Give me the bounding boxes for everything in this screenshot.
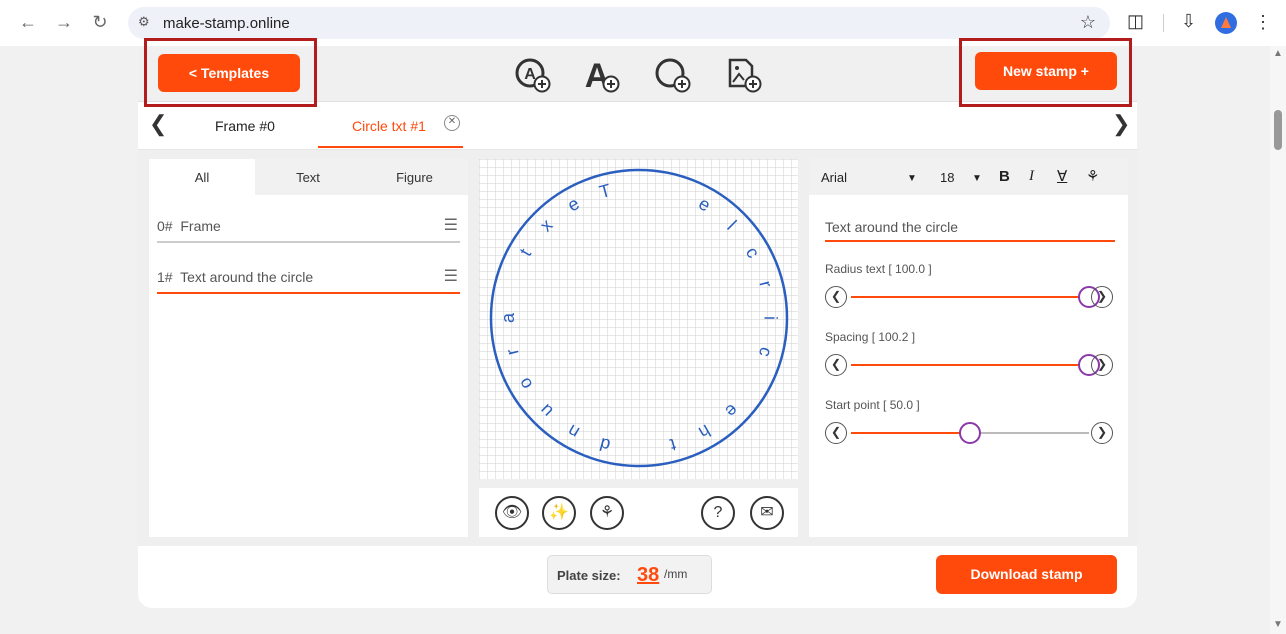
url-text[interactable]: make-stamp.online: [163, 15, 290, 32]
tabs-next-icon[interactable]: ❯: [1112, 111, 1130, 137]
decrease-icon[interactable]: ❮: [825, 422, 847, 444]
layer-item-circle-text[interactable]: 1# Text around the circle ☰: [157, 260, 460, 294]
add-figure-icon[interactable]: [654, 56, 694, 94]
browser-menu-icon[interactable]: ⋮: [1254, 12, 1272, 33]
decrease-icon[interactable]: ❮: [825, 354, 847, 376]
back-icon[interactable]: ←: [16, 10, 40, 34]
layer-filter-tabs: All Text Figure: [149, 159, 468, 195]
font-toolbar: Arial ▼ 18 ▼ B I ∀ ⚘: [809, 159, 1128, 195]
active-tab-indicator: [318, 146, 463, 148]
address-bar[interactable]: ⚙ make-stamp.online ☆: [128, 7, 1110, 39]
page-scrollbar[interactable]: ▲ ▼: [1270, 46, 1286, 634]
tab-close-icon[interactable]: ✕: [444, 115, 460, 131]
tab-frame[interactable]: Frame #0: [215, 118, 275, 134]
slider-fill: [851, 296, 1089, 298]
radius-slider[interactable]: ❮ ❯: [825, 285, 1115, 309]
radius-label: Radius text [ 100.0 ]: [825, 262, 932, 276]
increase-icon[interactable]: ❯: [1091, 422, 1113, 444]
stamp-preview[interactable]: Text around the circle: [479, 159, 798, 479]
text-field[interactable]: Text around the circle: [825, 216, 1115, 242]
layers-panel: All Text Figure 0# Frame ☰ 1# Text aroun…: [149, 159, 468, 537]
forward-icon[interactable]: →: [52, 10, 76, 34]
preview-eye-icon[interactable]: 👁: [495, 496, 529, 530]
slider-fill: [851, 432, 970, 434]
filter-text[interactable]: Text: [255, 159, 361, 195]
fill-color-icon[interactable]: ⚘: [590, 496, 624, 530]
italic-icon[interactable]: I: [1029, 168, 1034, 185]
increase-icon[interactable]: ❯: [1091, 354, 1113, 376]
download-stamp-button[interactable]: Download stamp: [936, 555, 1117, 594]
size-select[interactable]: 18: [940, 170, 954, 185]
highlight-templates: [144, 38, 317, 107]
help-icon[interactable]: ?: [701, 496, 735, 530]
layer-menu-icon[interactable]: ☰: [444, 266, 458, 286]
tabs-prev-icon[interactable]: ❮: [149, 111, 167, 137]
spacing-slider[interactable]: ❮ ❯: [825, 353, 1115, 377]
filter-all[interactable]: All: [149, 159, 255, 195]
reload-icon[interactable]: ↻: [88, 10, 112, 34]
extensions-icon[interactable]: ◫: [1127, 11, 1144, 32]
bold-icon[interactable]: B: [999, 168, 1010, 185]
font-dropdown-icon[interactable]: ▼: [907, 173, 917, 184]
circle-text-letter: i: [760, 316, 780, 320]
bookmark-star-icon[interactable]: ☆: [1080, 12, 1096, 33]
font-select[interactable]: Arial: [821, 170, 847, 185]
decrease-icon[interactable]: ❮: [825, 286, 847, 308]
layer-divider: [157, 241, 460, 243]
layer-item-frame[interactable]: 0# Frame ☰: [157, 209, 460, 243]
download-icon[interactable]: ⇩: [1181, 11, 1196, 32]
filter-figure[interactable]: Figure: [361, 159, 468, 195]
scrollbar-thumb[interactable]: [1274, 110, 1282, 150]
circle-text-letter: a: [498, 312, 518, 323]
layer-divider-active: [157, 292, 460, 294]
magic-wand-icon[interactable]: ✨: [542, 496, 576, 530]
highlight-new-stamp: [959, 38, 1132, 107]
toolbar-separator: [1163, 14, 1164, 32]
start-point-label: Start point [ 50.0 ]: [825, 398, 920, 412]
tab-circle-text[interactable]: Circle txt #1: [352, 118, 426, 134]
scroll-up-icon[interactable]: ▲: [1273, 48, 1283, 59]
plate-size-unit: /mm: [664, 567, 688, 581]
profile-avatar[interactable]: [1215, 12, 1237, 34]
layer-index: 0#: [157, 218, 173, 234]
add-circle-text-icon[interactable]: A: [514, 56, 554, 94]
properties-panel: Arial ▼ 18 ▼ B I ∀ ⚘ Text around the cir…: [809, 159, 1128, 537]
email-icon[interactable]: ✉: [750, 496, 784, 530]
invert-icon[interactable]: ∀: [1057, 167, 1067, 185]
editor-footer: Plate size: 38 /mm Download stamp: [138, 546, 1137, 608]
start-point-slider[interactable]: ❮ ❯: [825, 421, 1115, 445]
layer-menu-icon[interactable]: ☰: [444, 215, 458, 235]
stamp-canvas[interactable]: Text around the circle: [479, 159, 798, 479]
layer-label: Text around the circle: [180, 269, 314, 285]
add-image-icon[interactable]: [724, 56, 764, 94]
slider-fill: [851, 364, 1089, 366]
plate-size-label: Plate size:: [557, 568, 621, 583]
paint-bucket-icon[interactable]: ⚘: [1086, 167, 1099, 185]
plate-size-control[interactable]: Plate size: 38 /mm: [547, 555, 712, 594]
stamp-editor: < Templates A A New stamp + ❮ Frame #0 C…: [138, 46, 1137, 608]
add-text-icon[interactable]: A: [582, 56, 622, 94]
slider-knob[interactable]: [959, 422, 981, 444]
size-dropdown-icon[interactable]: ▼: [972, 173, 982, 184]
plate-size-value[interactable]: 38: [637, 564, 659, 587]
canvas-grid: [479, 159, 798, 479]
spacing-label: Spacing [ 100.2 ]: [825, 330, 916, 344]
scroll-down-icon[interactable]: ▼: [1273, 619, 1283, 630]
element-tabs: ❮ Frame #0 Circle txt #1 ✕ ❯: [138, 102, 1137, 150]
increase-icon[interactable]: ❯: [1091, 286, 1113, 308]
site-info-icon[interactable]: ⚙: [138, 14, 154, 30]
layer-label: Frame: [180, 218, 221, 234]
canvas-toolbar: 👁 ✨ ⚘ ? ✉: [479, 488, 798, 537]
layer-index: 1#: [157, 269, 173, 285]
